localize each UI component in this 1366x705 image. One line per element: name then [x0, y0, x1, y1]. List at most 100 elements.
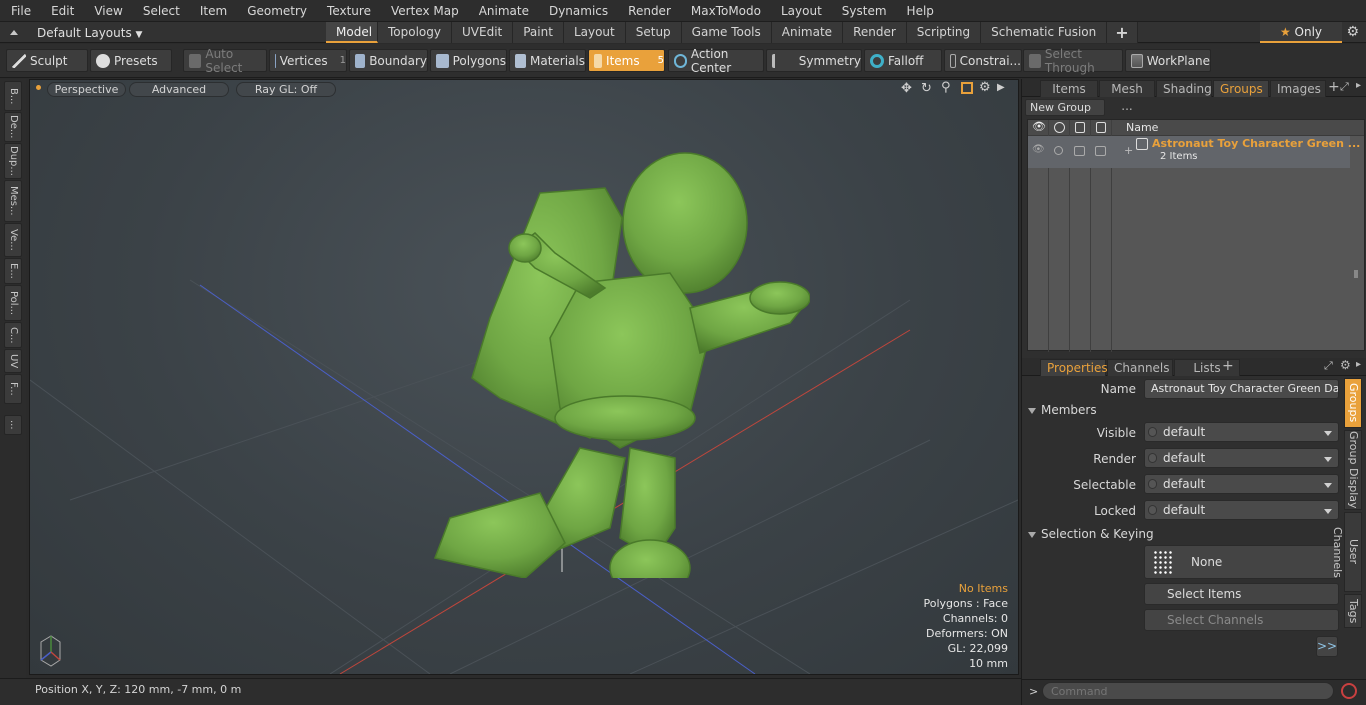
tab-schematic-fusion[interactable]: Schematic Fusion — [981, 22, 1108, 43]
presets-button[interactable]: Presets — [90, 49, 172, 72]
select-through-button[interactable]: Select Through — [1023, 47, 1123, 75]
symmetry-button[interactable]: Symmetry — [766, 49, 862, 72]
side-tab-tags[interactable]: Tags — [1344, 594, 1362, 628]
row-render-icon[interactable] — [1054, 146, 1063, 155]
menu-system[interactable]: System — [831, 0, 896, 22]
vertices-button[interactable]: Vertices 1 — [269, 49, 347, 72]
add-tab-button[interactable]: + — [1107, 22, 1138, 43]
menu-edit[interactable]: Edit — [40, 0, 83, 22]
3d-viewport[interactable]: Perspective Advanced Ray GL: Off ✥ ↻ ⚲ ⚙… — [29, 79, 1019, 675]
keying-none-button[interactable]: None — [1144, 545, 1339, 579]
select-icon[interactable] — [1096, 122, 1106, 133]
tab-animate[interactable]: Animate — [771, 22, 844, 43]
items-button[interactable]: Items 5 — [588, 49, 665, 72]
tab-images[interactable]: Images — [1270, 80, 1326, 97]
viewport-settings-icon[interactable]: ⚙ — [979, 80, 991, 95]
left-tab-duplicate[interactable]: Dup... — [4, 143, 22, 179]
side-tab-groups[interactable]: Groups — [1344, 378, 1362, 428]
new-group-button[interactable]: New Group — [1025, 99, 1105, 116]
left-tab-mesh[interactable]: Mes... — [4, 180, 22, 222]
side-tab-user-channels[interactable]: User Channels — [1331, 512, 1362, 592]
materials-button[interactable]: Materials — [509, 49, 586, 72]
tab-setup[interactable]: Setup — [625, 22, 682, 43]
name-column-header[interactable]: Name — [1126, 121, 1158, 134]
left-tab-basic[interactable]: B... — [4, 81, 22, 111]
render-icon[interactable] — [1054, 122, 1065, 133]
locked-dropdown[interactable]: default — [1144, 500, 1339, 520]
selectable-dropdown[interactable]: default — [1144, 474, 1339, 494]
tab-channels[interactable]: Channels — [1107, 359, 1173, 376]
tab-render[interactable]: Render — [843, 22, 907, 43]
tab-uvedit[interactable]: UVEdit — [452, 22, 514, 43]
boundary-button[interactable]: Boundary — [349, 49, 428, 72]
row-visible-icon[interactable]: 👁 — [1032, 144, 1045, 155]
viewport-dot-icon[interactable] — [36, 85, 41, 90]
layout-up-icon[interactable] — [9, 28, 19, 38]
render-dropdown[interactable]: default — [1144, 448, 1339, 468]
polygons-button[interactable]: Polygons — [430, 49, 507, 72]
sculpt-button[interactable]: Sculpt — [6, 49, 88, 72]
falloff-button[interactable]: Falloff — [864, 49, 942, 72]
rotate-view-icon[interactable]: ↻ — [921, 81, 932, 96]
gear-icon[interactable]: ⚙ — [1346, 24, 1359, 40]
expand-props-icon[interactable]: ⤢ — [1324, 359, 1333, 373]
tab-model[interactable]: Model — [326, 22, 378, 43]
action-center-button[interactable]: Action Center — [668, 47, 764, 75]
menu-item[interactable]: Item — [189, 0, 236, 22]
row-lock-checkbox[interactable] — [1074, 146, 1085, 156]
left-tab-curve[interactable]: C... — [4, 322, 22, 348]
left-tab-edge[interactable]: E... — [4, 258, 22, 284]
record-icon[interactable] — [1341, 683, 1357, 699]
shading-advanced-button[interactable]: Advanced — [129, 82, 229, 97]
tab-paint[interactable]: Paint — [513, 22, 564, 43]
list-scrollbar[interactable] — [1354, 270, 1358, 278]
tab-game-tools[interactable]: Game Tools — [681, 22, 772, 43]
constraints-button[interactable]: Constrai... — [944, 49, 1022, 72]
menu-animate[interactable]: Animate — [468, 0, 538, 22]
workplane-button[interactable]: WorkPlane — [1125, 49, 1211, 72]
visible-dropdown[interactable]: default — [1144, 422, 1339, 442]
tab-properties[interactable]: Properties — [1040, 359, 1108, 376]
panel-menu-icon[interactable]: ▸ — [1356, 80, 1361, 91]
lock-icon[interactable] — [1075, 122, 1085, 133]
more-button[interactable]: >> — [1316, 636, 1338, 657]
left-tab-polygon[interactable]: Pol... — [4, 285, 22, 321]
tab-shading[interactable]: Shading — [1156, 80, 1212, 97]
menu-maxtomodo[interactable]: MaxToModo — [680, 0, 770, 22]
row-select-checkbox[interactable] — [1095, 146, 1106, 156]
only-button[interactable]: ★ Only — [1260, 22, 1342, 43]
menu-vertex-map[interactable]: Vertex Map — [380, 0, 468, 22]
menu-geometry[interactable]: Geometry — [236, 0, 316, 22]
side-tab-group-display[interactable]: Group Display — [1344, 430, 1362, 510]
menu-dynamics[interactable]: Dynamics — [538, 0, 617, 22]
raygl-button[interactable]: Ray GL: Off — [236, 82, 336, 97]
menu-layout[interactable]: Layout — [770, 0, 831, 22]
fit-view-icon[interactable] — [961, 82, 973, 94]
astronaut-model[interactable] — [390, 148, 810, 578]
menu-help[interactable]: Help — [896, 0, 943, 22]
left-tab-vertex[interactable]: Ve... — [4, 223, 22, 257]
name-field[interactable]: Astronaut Toy Character Green Dancing — [1144, 379, 1339, 399]
props-settings-icon[interactable]: ⚙ — [1340, 358, 1351, 372]
expand-panel-icon[interactable]: ⤢ — [1340, 80, 1349, 94]
zoom-view-icon[interactable]: ⚲ — [941, 80, 951, 95]
eye-icon[interactable]: 👁 — [1032, 120, 1046, 133]
props-menu-icon[interactable]: ▸ — [1356, 359, 1361, 370]
menu-view[interactable]: View — [83, 0, 131, 22]
selection-keying-section[interactable]: Selection & Keying — [1028, 527, 1154, 541]
add-props-tab-icon[interactable]: + — [1222, 358, 1234, 374]
menu-texture[interactable]: Texture — [316, 0, 380, 22]
view-perspective-button[interactable]: Perspective — [47, 82, 126, 97]
menu-file[interactable]: File — [0, 0, 40, 22]
left-tab-fusion[interactable]: F... — [4, 374, 22, 404]
tab-groups[interactable]: Groups — [1213, 80, 1269, 97]
group-name[interactable]: Astronaut Toy Character Green ... — [1152, 137, 1360, 150]
left-tab-deform[interactable]: De... — [4, 112, 22, 142]
expand-icon[interactable]: + — [1124, 144, 1133, 157]
left-tab-more[interactable]: ... — [4, 415, 22, 435]
tab-layout[interactable]: Layout — [563, 22, 626, 43]
tab-scripting[interactable]: Scripting — [906, 22, 982, 43]
select-channels-button[interactable]: Select Channels — [1144, 609, 1339, 631]
layout-selector[interactable]: Default Layouts ▼ — [37, 26, 142, 40]
tab-mesh[interactable]: Mesh ... — [1099, 80, 1155, 113]
